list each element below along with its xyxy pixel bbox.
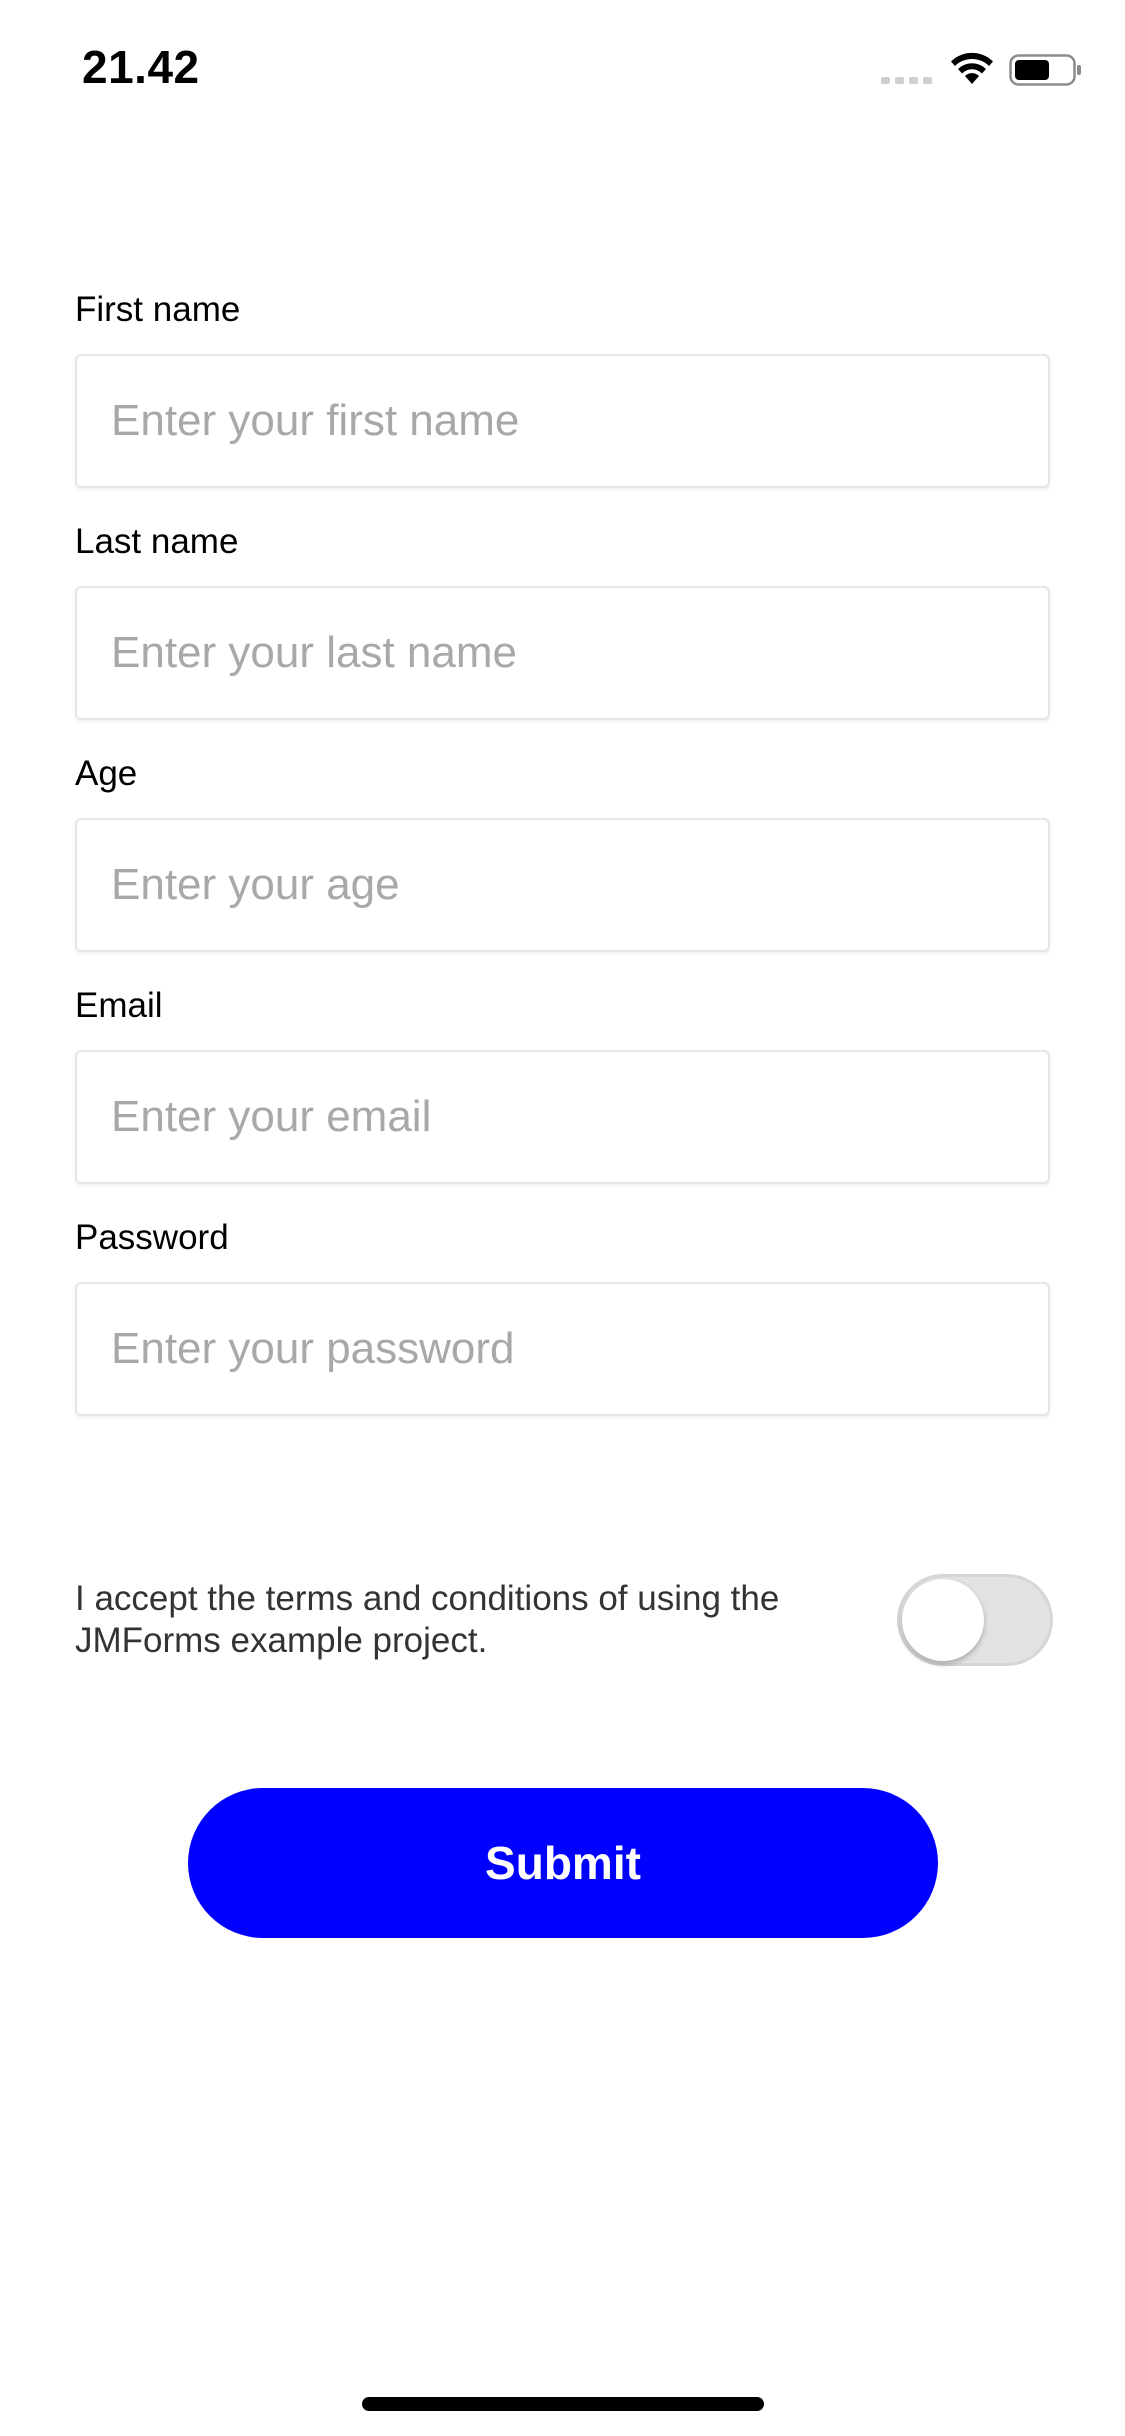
age-input[interactable] xyxy=(75,818,1050,952)
status-time: 21.42 xyxy=(82,41,200,93)
password-input[interactable] xyxy=(75,1282,1050,1416)
email-input[interactable] xyxy=(75,1050,1050,1184)
battery-icon xyxy=(1009,54,1081,86)
first-name-input[interactable] xyxy=(75,354,1050,488)
last-name-label: Last name xyxy=(75,522,239,561)
age-field-group: Age xyxy=(75,754,1050,952)
status-bar: 21.42 xyxy=(0,0,1125,140)
submit-button[interactable]: Submit xyxy=(188,1788,938,1938)
wifi-icon xyxy=(951,52,993,84)
last-name-field-group: Last name xyxy=(75,522,1050,720)
email-label: Email xyxy=(75,986,163,1025)
terms-text: I accept the terms and conditions of usi… xyxy=(75,1579,780,1660)
signal-icon xyxy=(881,77,932,84)
password-label: Password xyxy=(75,1218,229,1257)
signup-form: First name Last name Age Email Password xyxy=(75,290,1050,1450)
last-name-input[interactable] xyxy=(75,586,1050,720)
terms-toggle[interactable] xyxy=(897,1574,1053,1666)
home-indicator xyxy=(362,2397,764,2411)
email-field-group: Email xyxy=(75,986,1050,1184)
first-name-field-group: First name xyxy=(75,290,1050,488)
password-field-group: Password xyxy=(75,1218,1050,1416)
toggle-knob xyxy=(902,1579,984,1661)
age-label: Age xyxy=(75,754,138,793)
first-name-label: First name xyxy=(75,290,241,329)
terms-row: I accept the terms and conditions of usi… xyxy=(75,1574,1055,1674)
